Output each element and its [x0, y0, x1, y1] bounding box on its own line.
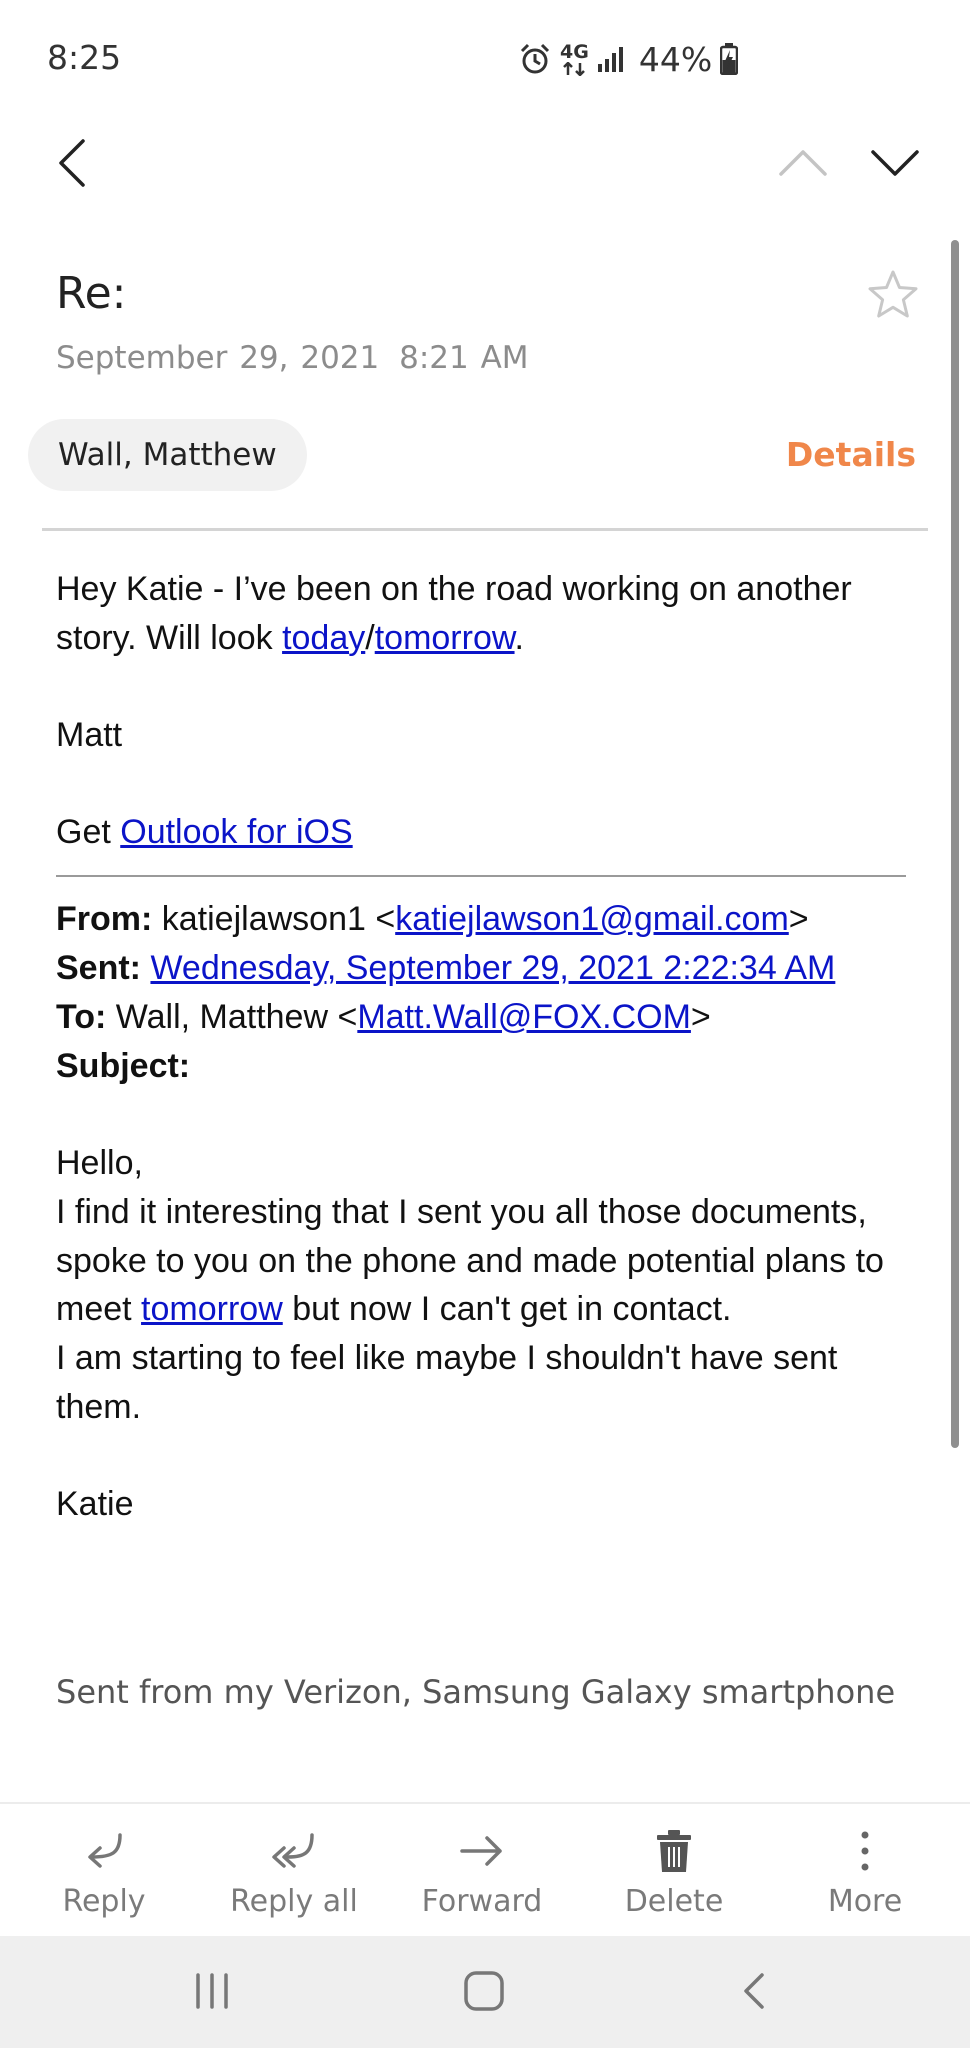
- more-vertical-icon: [859, 1826, 871, 1876]
- more-label: More: [827, 1884, 903, 1919]
- outlook-line: Get Outlook for iOS: [56, 808, 916, 857]
- star-button[interactable]: [866, 268, 920, 322]
- quote-divider: [56, 875, 906, 877]
- signal-icon: [597, 44, 627, 74]
- quoted-from: From: katiejlawson1 <katiejlawson1@gmail…: [56, 895, 916, 944]
- link-to-email[interactable]: Matt.Wall@FOX.COM: [357, 998, 691, 1036]
- home-icon: [464, 1971, 504, 2011]
- from-close: >: [788, 900, 809, 938]
- email-date-time: 8:21 AM: [399, 340, 529, 376]
- reply-sign-off: Matt: [56, 716, 123, 754]
- link-tomorrow[interactable]: tomorrow: [375, 619, 515, 657]
- from-name: katiejlawson1 <: [152, 900, 396, 938]
- outlook-prefix: Get: [56, 813, 121, 851]
- quoted-sign-off: Katie: [56, 1485, 134, 1523]
- quoted-greeting: Hello,: [56, 1144, 143, 1182]
- reply-icon: [82, 1826, 126, 1876]
- network-4g-icon: 4G: [560, 42, 589, 76]
- battery-percent: 44%: [638, 39, 713, 79]
- trash-icon: [655, 1826, 693, 1876]
- reply-button[interactable]: Reply: [29, 1804, 179, 1936]
- recent-apps-button[interactable]: [182, 1966, 242, 2016]
- chevron-up-icon: [779, 150, 827, 176]
- status-icons: 4G 44%: [518, 36, 739, 82]
- app-bar: [0, 120, 970, 250]
- action-bar: Reply Reply all Forward Delete More: [0, 1804, 970, 1936]
- more-button[interactable]: More: [790, 1804, 940, 1936]
- system-nav-bar: [0, 1936, 970, 2048]
- sender-chip[interactable]: Wall, Matthew: [28, 419, 307, 491]
- battery-charging-icon: [720, 43, 739, 75]
- device-signature: Sent from my Verizon, Samsung Galaxy sma…: [56, 1673, 896, 1711]
- quoted-paragraph: I find it interesting that I sent you al…: [56, 1188, 916, 1334]
- link-quoted-tomorrow[interactable]: tomorrow: [141, 1290, 283, 1328]
- email-subject: Re:: [56, 268, 127, 319]
- link-outlook-ios[interactable]: Outlook for iOS: [120, 813, 352, 851]
- to-close: >: [690, 998, 711, 1036]
- to-name: Wall, Matthew <: [106, 998, 358, 1036]
- email-date-day: September 29, 2021: [56, 340, 380, 376]
- alarm-icon: [518, 42, 552, 76]
- status-bar: 8:25 4G 44%: [0, 0, 970, 120]
- quoted-to: To: Wall, Matthew <Matt.Wall@FOX.COM>: [56, 993, 916, 1042]
- link-sent-date[interactable]: Wednesday, September 29, 2021 2:22:34 AM: [150, 949, 835, 987]
- system-back-button[interactable]: [724, 1966, 784, 2016]
- forward-label: Forward: [421, 1884, 543, 1919]
- link-from-email[interactable]: katiejlawson1@gmail.com: [395, 900, 789, 938]
- forward-button[interactable]: Forward: [407, 1804, 557, 1936]
- email-date: September 29, 2021 8:21 AM: [56, 340, 529, 376]
- system-back-icon: [744, 1973, 764, 2009]
- details-link[interactable]: Details: [786, 435, 916, 474]
- link-today[interactable]: today: [282, 619, 365, 657]
- reply-text-end: .: [514, 618, 524, 657]
- quoted-sent: Sent: Wednesday, September 29, 2021 2:22…: [56, 944, 916, 993]
- scrollbar[interactable]: [951, 240, 959, 1448]
- reply-all-icon: [270, 1826, 318, 1876]
- reply-all-button[interactable]: Reply all: [219, 1804, 369, 1936]
- chevron-down-icon: [871, 150, 919, 176]
- next-email-button[interactable]: [862, 130, 928, 196]
- delete-label: Delete: [624, 1884, 724, 1919]
- previous-email-button[interactable]: [770, 130, 836, 196]
- to-label: To:: [56, 998, 107, 1036]
- home-button[interactable]: [454, 1966, 514, 2016]
- delete-button[interactable]: Delete: [599, 1804, 749, 1936]
- sent-label: Sent:: [56, 949, 141, 987]
- recent-apps-icon: [196, 1973, 228, 2009]
- reply-slash: /: [365, 618, 375, 657]
- forward-arrow-icon: [459, 1826, 505, 1876]
- reply-body: Hey Katie - I’ve been on the road workin…: [56, 565, 916, 662]
- reply-all-label: Reply all: [230, 1884, 358, 1919]
- back-button[interactable]: [40, 130, 106, 196]
- back-arrow-icon: [59, 139, 85, 187]
- star-icon: [868, 270, 918, 318]
- quoted-line1-end: but now I can't get in contact.: [282, 1290, 732, 1328]
- from-label: From:: [56, 900, 153, 938]
- header-divider: [42, 528, 928, 531]
- quoted-line2: I am starting to feel like maybe I shoul…: [56, 1339, 838, 1426]
- status-time: 8:25: [47, 38, 122, 77]
- quoted-subject-label: Subject:: [56, 1047, 191, 1085]
- reply-label: Reply: [62, 1884, 146, 1919]
